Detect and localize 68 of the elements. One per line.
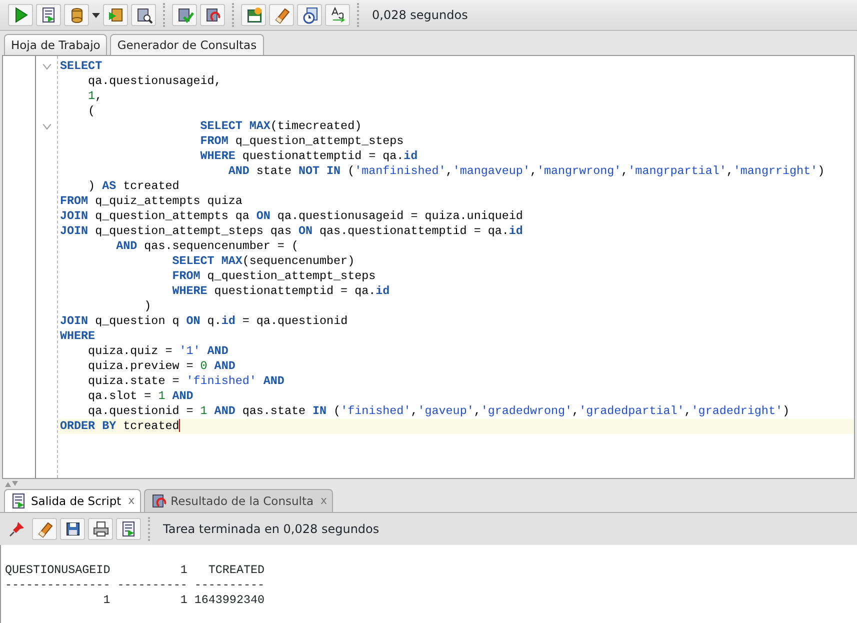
print-button[interactable] [88, 518, 113, 540]
code-line: SELECT MAX(sequencenumber) [171, 254, 356, 269]
status-text: Tarea terminada en 0,028 segundos [163, 521, 380, 538]
history-button[interactable] [297, 4, 322, 26]
text-cursor [179, 419, 180, 432]
eraser-icon [272, 6, 290, 24]
code-line: AND state NOT IN ('manfinished','mangaveup','mangrwrong','mangrpartial','mangrright') [227, 164, 826, 179]
database-button[interactable] [64, 4, 89, 26]
code-line: WHERE [59, 329, 96, 344]
database-error-icon [150, 492, 168, 510]
script-icon [40, 6, 58, 24]
sql-file-icon [244, 6, 262, 24]
sql-file-button[interactable] [241, 4, 266, 26]
database-search-button[interactable] [131, 4, 156, 26]
rollback-button[interactable] [200, 4, 225, 26]
code-line: WHERE questionattemptid = qa.id [199, 149, 419, 164]
database-run-button[interactable] [103, 4, 128, 26]
output-line: --------------- ---------- ---------- [5, 578, 266, 593]
clear-button[interactable] [269, 4, 294, 26]
code-line: ( [87, 104, 96, 119]
code-line: JOIN q_question_attempt_steps qas ON qas.questionattemptid = qa.id [59, 224, 524, 239]
commit-button[interactable] [172, 4, 197, 26]
code-line: quiza.quiz = '1' AND [87, 344, 230, 359]
fold-icon[interactable] [42, 124, 50, 130]
database-search-icon [134, 6, 152, 24]
format-button[interactable] [325, 4, 350, 26]
timing-label: 0,028 segundos [372, 7, 468, 24]
code-line: qa.questionusageid, [87, 74, 222, 89]
font-icon [328, 6, 346, 24]
save-button[interactable] [60, 518, 85, 540]
output-line: 1 1 1643992340 [102, 593, 266, 608]
code-line: quiza.preview = 0 AND [87, 359, 236, 374]
code-line: AND qas.sequencenumber = ( [115, 239, 300, 254]
code-line: ) [143, 299, 152, 314]
script-icon [120, 520, 138, 538]
script-button[interactable] [116, 518, 141, 540]
save-icon [64, 520, 82, 538]
clock-icon [300, 6, 318, 24]
output-tab[interactable]: Salida de Script x [4, 489, 141, 512]
code-line: WHERE questionattemptid = qa.id [171, 284, 391, 299]
output-tab[interactable]: Resultado de la Consulta x [144, 489, 334, 512]
database-check-icon [176, 6, 194, 24]
printer-icon [92, 520, 110, 538]
fold-icon[interactable] [42, 64, 50, 70]
code-line: FROM q_question_attempt_steps [171, 269, 377, 284]
code-line: quiza.state = 'finished' AND [87, 374, 286, 389]
caret-icon[interactable] [92, 12, 100, 19]
eraser-icon [36, 520, 54, 538]
clear-button[interactable] [32, 518, 57, 540]
code-line: JOIN q_question_attempts qa ON qa.questionusageid = quiza.uniqueid [59, 209, 524, 224]
database-icon [106, 6, 124, 24]
editor-tab[interactable]: Generador de Consultas [110, 34, 264, 55]
run-button[interactable] [8, 4, 33, 26]
database-undo-icon [204, 6, 222, 24]
code-line: qa.questionid = 1 AND qas.state IN ('finished','gaveup','gradedwrong','gradedpartial','gradedright') [87, 404, 790, 419]
code-line: JOIN q_question q ON q.id = qa.questionid [59, 314, 349, 329]
code-line: FROM q_question_attempt_steps [199, 134, 405, 149]
pin-icon [8, 520, 26, 538]
output-line: QUESTIONUSAGEID 1 TCREATED [5, 563, 266, 578]
code-line: SELECT [59, 59, 104, 74]
close-button[interactable]: x [128, 493, 135, 509]
run-script-button[interactable] [36, 4, 61, 26]
code-line: ) AS tcreated [87, 179, 180, 194]
code-line: SELECT MAX(timecreated) [199, 119, 363, 134]
code-line: 1, [87, 89, 104, 104]
code-line: FROM q_quiz_attempts quiza [59, 194, 244, 209]
editor-tab[interactable]: Hoja de Trabajo [4, 34, 108, 55]
code-line: qa.slot = 1 AND [87, 389, 194, 404]
